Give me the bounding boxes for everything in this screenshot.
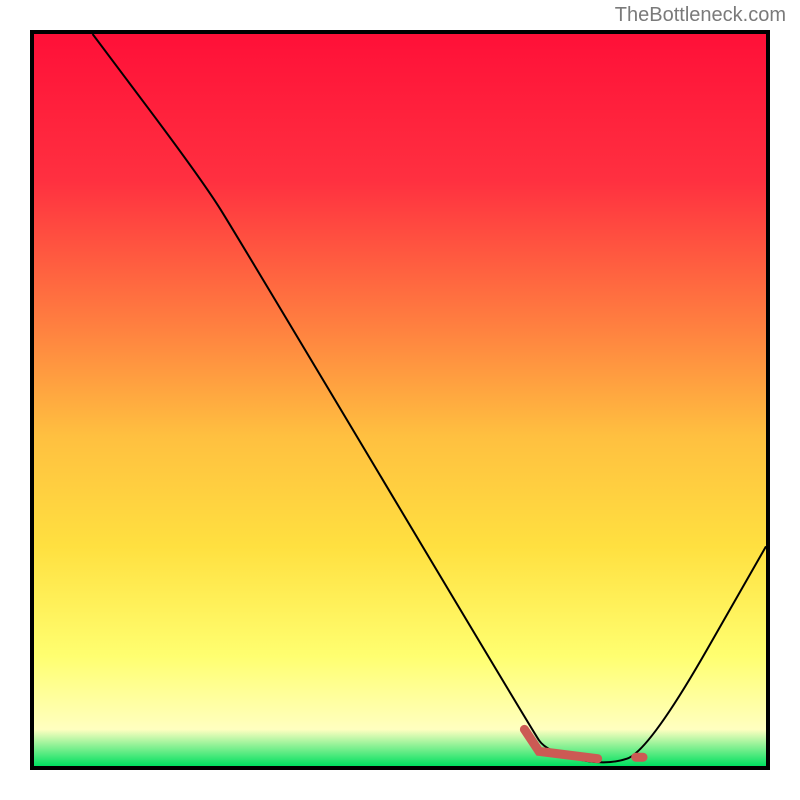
watermark-text: TheBottleneck.com [615,4,786,27]
plot-area [30,30,770,770]
bottleneck-curve [93,34,766,762]
chart-container: TheBottleneck.com [0,0,800,800]
curve-layer [34,34,766,766]
